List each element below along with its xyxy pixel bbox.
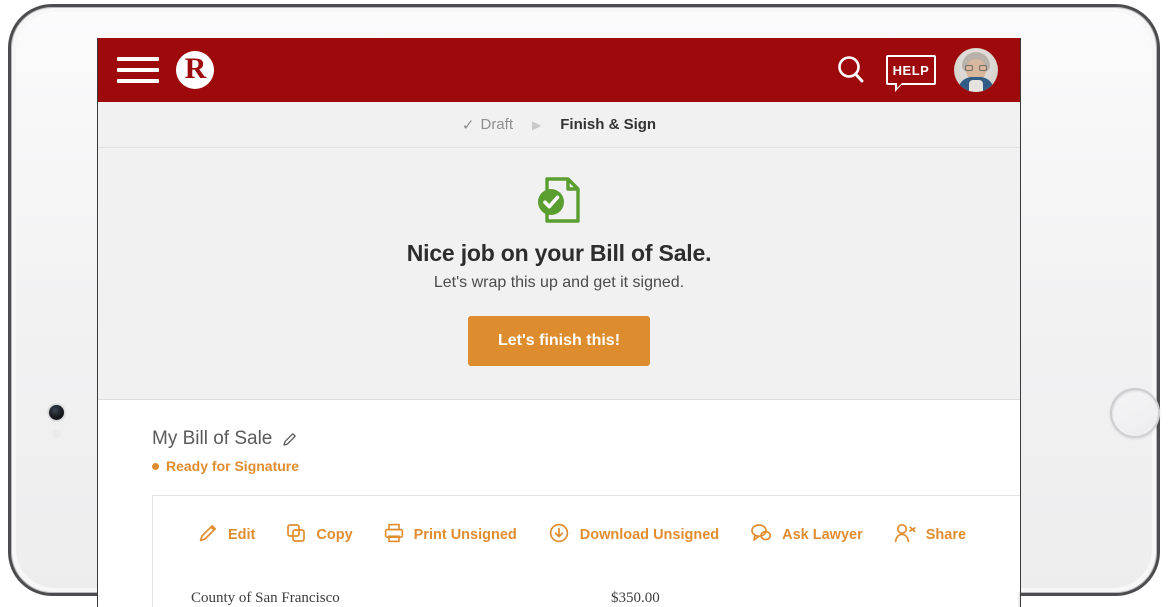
document-scrollbar[interactable] bbox=[1018, 591, 1020, 607]
hero-subtitle: Let's wrap this up and get it signed. bbox=[433, 274, 685, 291]
ask-lawyer-button[interactable]: Ask Lawyer bbox=[749, 522, 863, 548]
help-button[interactable]: HELP bbox=[886, 55, 936, 92]
tablet-device-frame: R HELP ✓ Draft ▶ Finish & Sign Nice job … bbox=[8, 4, 1160, 607]
status-dot-icon bbox=[152, 462, 159, 470]
preview-right-column: $350.00 March 15, 2018 bbox=[611, 588, 911, 607]
avatar[interactable] bbox=[954, 48, 998, 92]
ask-lawyer-button-label: Ask Lawyer bbox=[782, 527, 863, 543]
hamburger-menu-icon[interactable] bbox=[117, 53, 159, 87]
download-unsigned-button-label: Download Unsigned bbox=[579, 527, 720, 543]
breadcrumb-step-finish[interactable]: Finish & Sign bbox=[560, 116, 656, 133]
tablet-screen: R HELP ✓ Draft ▶ Finish & Sign Nice job … bbox=[97, 38, 1021, 607]
edit-button-label: Edit bbox=[228, 527, 256, 543]
pencil-icon[interactable] bbox=[281, 431, 298, 448]
copy-button[interactable]: Copy bbox=[285, 522, 353, 548]
preview-left-column: County of San Francisco State of Califor… bbox=[191, 588, 611, 607]
print-unsigned-button[interactable]: Print Unsigned bbox=[383, 522, 517, 548]
document-section: My Bill of Sale Ready for Signature Edit… bbox=[98, 400, 1020, 607]
hero-title: Nice job on your Bill of Sale. bbox=[406, 240, 712, 266]
preview-amount: $350.00 bbox=[611, 590, 660, 606]
download-unsigned-button[interactable]: Download Unsigned bbox=[547, 522, 719, 548]
app-header: R HELP bbox=[98, 38, 1020, 102]
chevron-right-icon: ▶ bbox=[532, 117, 542, 132]
print-unsigned-button-label: Print Unsigned bbox=[413, 527, 517, 543]
breadcrumb: ✓ Draft ▶ Finish & Sign bbox=[98, 102, 1020, 148]
status-badge: Ready for Signature bbox=[152, 458, 1020, 474]
share-button[interactable]: Share bbox=[893, 522, 966, 548]
status-badge-label: Ready for Signature bbox=[166, 458, 300, 474]
cloud-download-icon bbox=[547, 522, 571, 548]
share-button-label: Share bbox=[925, 527, 967, 543]
home-button[interactable] bbox=[1110, 388, 1160, 438]
document-toolbar: Edit Copy Print Unsigned Download Unsign… bbox=[153, 496, 1020, 570]
breadcrumb-step-draft[interactable]: ✓ Draft bbox=[462, 116, 513, 134]
document-card: Edit Copy Print Unsigned Download Unsign… bbox=[152, 495, 1020, 607]
brand-logo[interactable]: R bbox=[176, 51, 214, 89]
header-actions: HELP bbox=[834, 48, 998, 92]
person-add-icon bbox=[893, 522, 917, 548]
check-icon: ✓ bbox=[461, 116, 475, 134]
chat-bubbles-icon bbox=[749, 522, 773, 548]
breadcrumb-step-draft-label: Draft bbox=[480, 116, 513, 133]
search-icon[interactable] bbox=[834, 53, 868, 87]
finish-button[interactable]: Let's finish this! bbox=[467, 316, 651, 366]
copy-icon bbox=[285, 522, 307, 548]
hero-section: Nice job on your Bill of Sale. Let's wra… bbox=[98, 148, 1020, 400]
camera-lens-icon bbox=[49, 405, 64, 420]
edit-button[interactable]: Edit bbox=[197, 522, 255, 548]
preview-county: County of San Francisco bbox=[191, 590, 340, 606]
page-title: My Bill of Sale bbox=[152, 428, 273, 449]
document-check-icon bbox=[538, 177, 580, 223]
ambient-light-sensor-icon bbox=[52, 429, 61, 438]
document-title-row: My Bill of Sale bbox=[152, 428, 1020, 450]
pencil-icon bbox=[197, 522, 219, 548]
printer-icon bbox=[383, 522, 405, 548]
document-preview: County of San Francisco State of Califor… bbox=[153, 570, 1020, 607]
copy-button-label: Copy bbox=[316, 527, 353, 543]
